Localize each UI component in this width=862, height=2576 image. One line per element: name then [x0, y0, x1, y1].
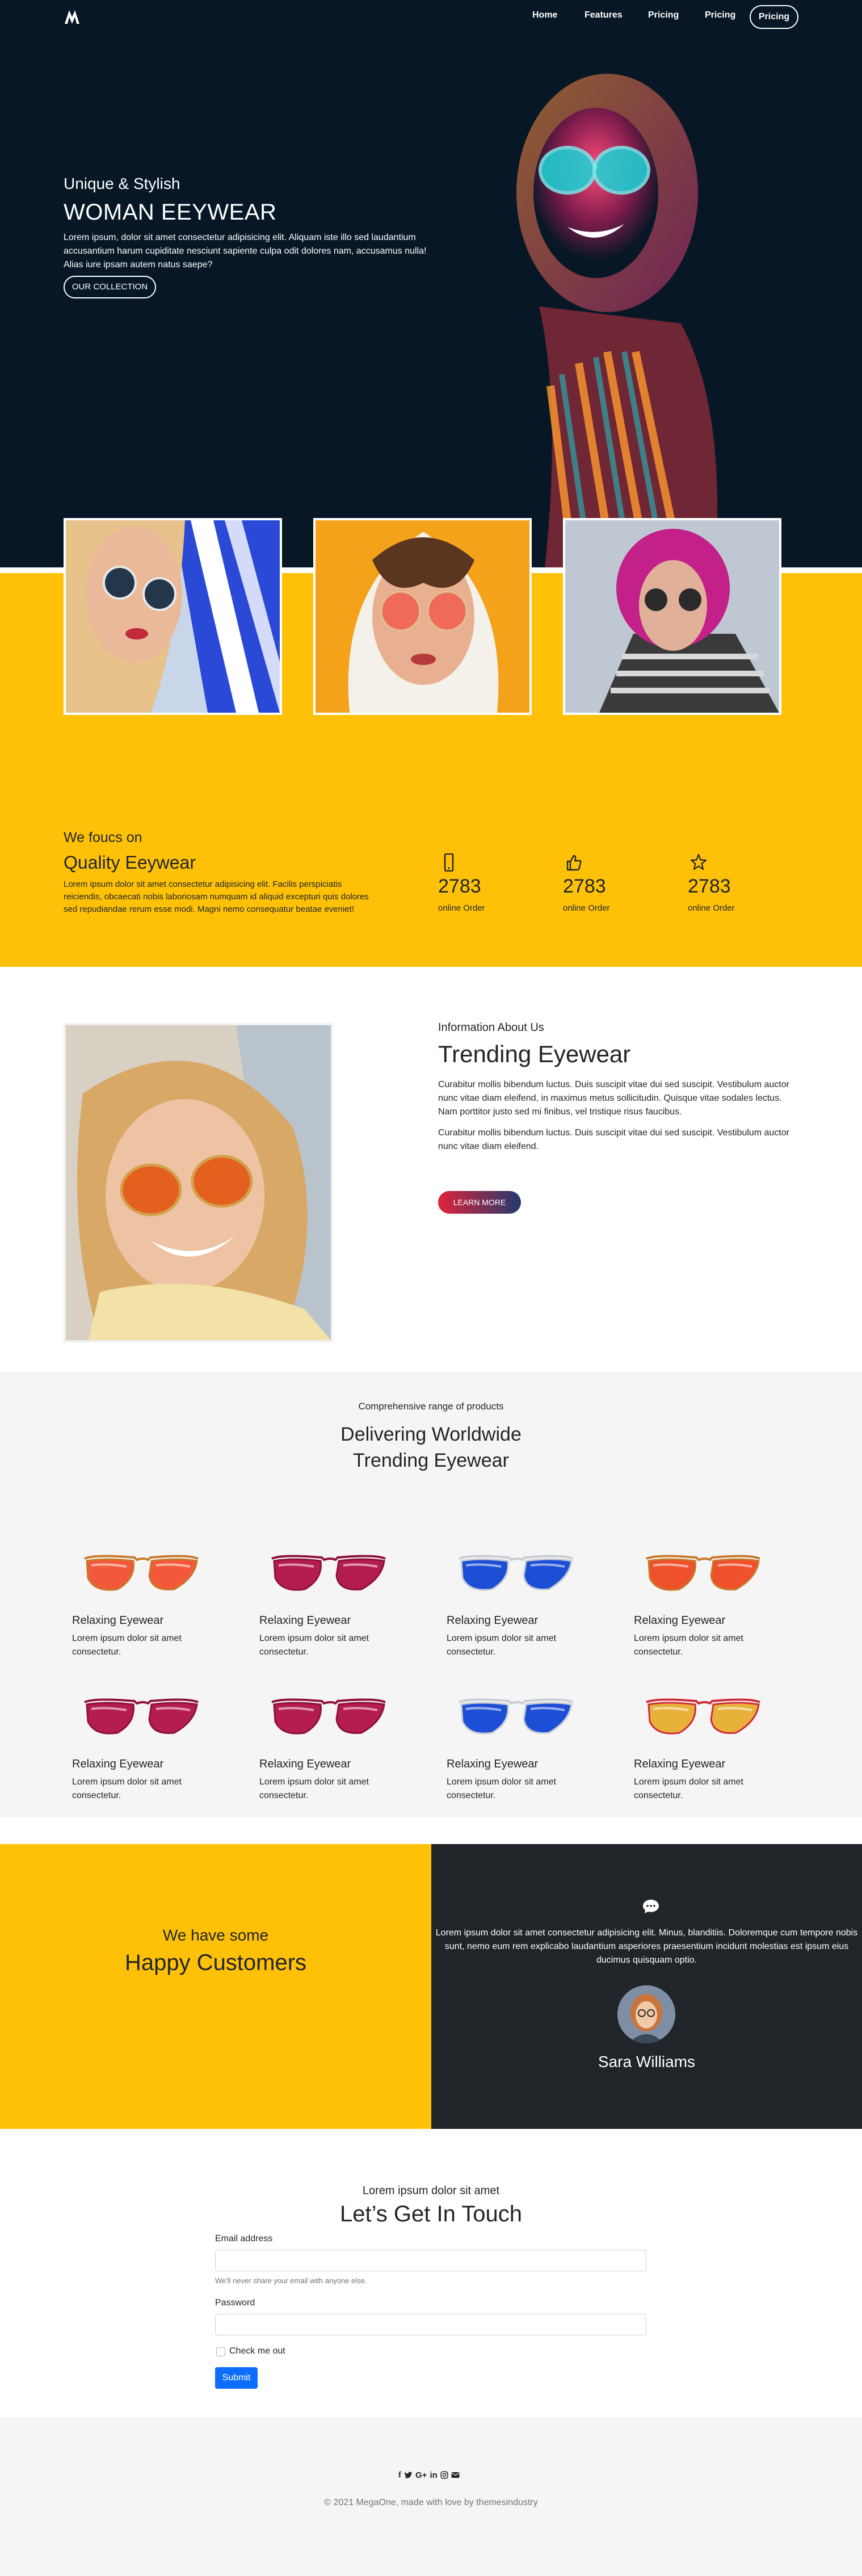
navbar: Home Features Pricing Pricing Pricing — [0, 0, 862, 34]
trending-paragraph-1: Curabitur mollis bibendum luctus. Duis s… — [438, 1080, 789, 1117]
product-card[interactable]: Relaxing Eyewear Lorem ipsum dolor sit am… — [259, 1684, 401, 1803]
testimonial-title: Happy Customers — [124, 1950, 307, 1975]
product-card[interactable]: Relaxing Eyewear Lorem ipsum dolor sit am… — [634, 1684, 776, 1803]
product-description: Lorem ipsum dolor sit amet consectetur. — [634, 1777, 743, 1800]
password-label: Password — [215, 2298, 255, 2308]
google-plus-icon[interactable]: G+ — [415, 2470, 427, 2480]
hero-woman-image — [516, 74, 717, 567]
products-title: Delivering Worldwide Trending Eyewear — [0, 1421, 862, 1474]
products-title-line-2: Trending Eyewear — [353, 1450, 509, 1471]
product-description: Lorem ipsum dolor sit amet consectetur. — [634, 1634, 743, 1657]
instagram-icon[interactable] — [440, 2471, 448, 2479]
stat-number: 2783 — [563, 875, 606, 897]
facebook-icon[interactable]: f — [398, 2470, 401, 2480]
stat-item: 2783 online Order — [563, 853, 642, 913]
focus-text: Lorem ipsum dolor sit amet consectetur a… — [64, 879, 369, 914]
product-name: Relaxing Eyewear — [259, 1614, 351, 1627]
product-name: Relaxing Eyewear — [634, 1614, 726, 1627]
stat-number: 2783 — [438, 875, 481, 897]
focus-title: Quality Eeywear — [64, 852, 196, 873]
check-me-out-checkbox[interactable] — [216, 2347, 225, 2356]
email-label: Email address — [215, 2234, 273, 2244]
nav-pricing-2[interactable]: Pricing — [705, 10, 735, 20]
sunglasses-image — [459, 1698, 573, 1735]
hero-text: Lorem ipsum, dolor sit amet consectetur … — [64, 233, 427, 270]
nav-pricing[interactable]: Pricing — [648, 10, 679, 20]
stat-label: online Order — [563, 903, 610, 913]
product-description: Lorem ipsum dolor sit amet consectetur. — [259, 1777, 369, 1800]
product-description: Lorem ipsum dolor sit amet consectetur. — [72, 1777, 182, 1800]
stat-number: 2783 — [688, 875, 731, 897]
envelope-icon[interactable] — [451, 2472, 460, 2478]
product-card[interactable]: Relaxing Eyewear Lorem ipsum dolor sit am… — [259, 1540, 401, 1659]
gallery-image-1 — [64, 518, 282, 715]
product-name: Relaxing Eyewear — [72, 1758, 164, 1770]
thumbs-up-icon — [566, 855, 582, 871]
testimonial-name: Sara Williams — [598, 2053, 696, 2070]
product-description: Lorem ipsum dolor sit amet consectetur. — [447, 1777, 556, 1800]
nav-pricing-button[interactable]: Pricing — [750, 5, 798, 29]
twitter-icon[interactable] — [404, 2471, 413, 2479]
product-name: Relaxing Eyewear — [447, 1614, 539, 1627]
stat-label: online Order — [688, 903, 735, 913]
testimonial-left-panel — [0, 1844, 431, 2129]
stat-item: 2783 online Order — [688, 853, 767, 913]
testimonial-text: Lorem ipsum dolor sit amet consectetur a… — [435, 1928, 858, 1965]
submit-button[interactable]: Submit — [215, 2367, 258, 2389]
social-links: f G+ in — [398, 2469, 460, 2481]
copyright: © 2021 MegaOne, made with love by themes… — [324, 2498, 538, 2507]
star-icon — [690, 853, 707, 870]
trending-photo — [64, 1023, 333, 1342]
product-name: Relaxing Eyewear — [259, 1758, 351, 1770]
email-field[interactable] — [215, 2250, 646, 2271]
sunglasses-image — [84, 1698, 199, 1735]
product-card[interactable]: Relaxing Eyewear Lorem ipsum dolor sit am… — [447, 1684, 588, 1803]
our-collection-button[interactable]: OUR COLLECTION — [64, 276, 156, 298]
product-card[interactable]: Relaxing Eyewear Lorem ipsum dolor sit am… — [72, 1540, 214, 1659]
stat-item: 2783 online Order — [438, 853, 518, 913]
trending-paragraph-2: Curabitur mollis bibendum luctus. Duis s… — [438, 1128, 789, 1151]
trending-subtitle: Information About Us — [438, 1021, 544, 1034]
linkedin-icon[interactable]: in — [430, 2470, 437, 2480]
learn-more-button[interactable]: LEARN MORE — [438, 1191, 521, 1214]
products-title-line-1: Delivering Worldwide — [340, 1424, 522, 1445]
sunglasses-image — [646, 1698, 760, 1735]
gallery-image-3 — [563, 518, 781, 715]
focus-subtitle: We foucs on — [64, 830, 142, 845]
checkbox-label[interactable]: Check me out — [229, 2346, 285, 2356]
sunglasses-image — [271, 1698, 386, 1735]
hero-subtitle: Unique & Stylish — [64, 175, 180, 192]
product-description: Lorem ipsum dolor sit amet consectetur. — [259, 1634, 369, 1657]
email-help-text: We'll never share your email with anyone… — [215, 2276, 367, 2285]
contact-subtitle: Lorem ipsum dolor sit amet — [362, 2184, 500, 2197]
sunglasses-image — [646, 1555, 760, 1591]
sunglasses-image — [459, 1555, 573, 1591]
comment-icon — [643, 1900, 659, 1913]
product-description: Lorem ipsum dolor sit amet consectetur. — [72, 1634, 182, 1657]
sunglasses-image — [271, 1555, 386, 1591]
nav-features[interactable]: Features — [585, 10, 623, 20]
hero-section: Home Features Pricing Pricing Pricing Un… — [0, 0, 862, 567]
product-card[interactable]: Relaxing Eyewear Lorem ipsum dolor sit am… — [72, 1684, 214, 1803]
gallery-image-2 — [313, 518, 532, 715]
hero-title: WOMAN EEYWEAR — [64, 200, 277, 225]
trending-title: Trending Eyewear — [438, 1041, 631, 1067]
product-card[interactable]: Relaxing Eyewear Lorem ipsum dolor sit am… — [447, 1540, 588, 1659]
product-name: Relaxing Eyewear — [447, 1758, 539, 1770]
products-subtitle: Comprehensive range of products — [358, 1401, 504, 1412]
footer — [0, 2417, 862, 2576]
product-description: Lorem ipsum dolor sit amet consectetur. — [447, 1634, 556, 1657]
sunglasses-image — [84, 1555, 199, 1591]
password-field[interactable] — [215, 2314, 646, 2335]
avatar — [617, 1985, 675, 2043]
product-name: Relaxing Eyewear — [634, 1758, 726, 1770]
phone-icon — [444, 853, 454, 872]
logo-icon[interactable] — [64, 9, 81, 25]
stat-label: online Order — [438, 903, 485, 913]
product-card[interactable]: Relaxing Eyewear Lorem ipsum dolor sit am… — [634, 1540, 776, 1659]
testimonial-subtitle: We have some — [162, 1926, 269, 1944]
contact-title: Let’s Get In Touch — [340, 2202, 522, 2226]
product-name: Relaxing Eyewear — [72, 1614, 164, 1627]
nav-home[interactable]: Home — [532, 10, 557, 20]
